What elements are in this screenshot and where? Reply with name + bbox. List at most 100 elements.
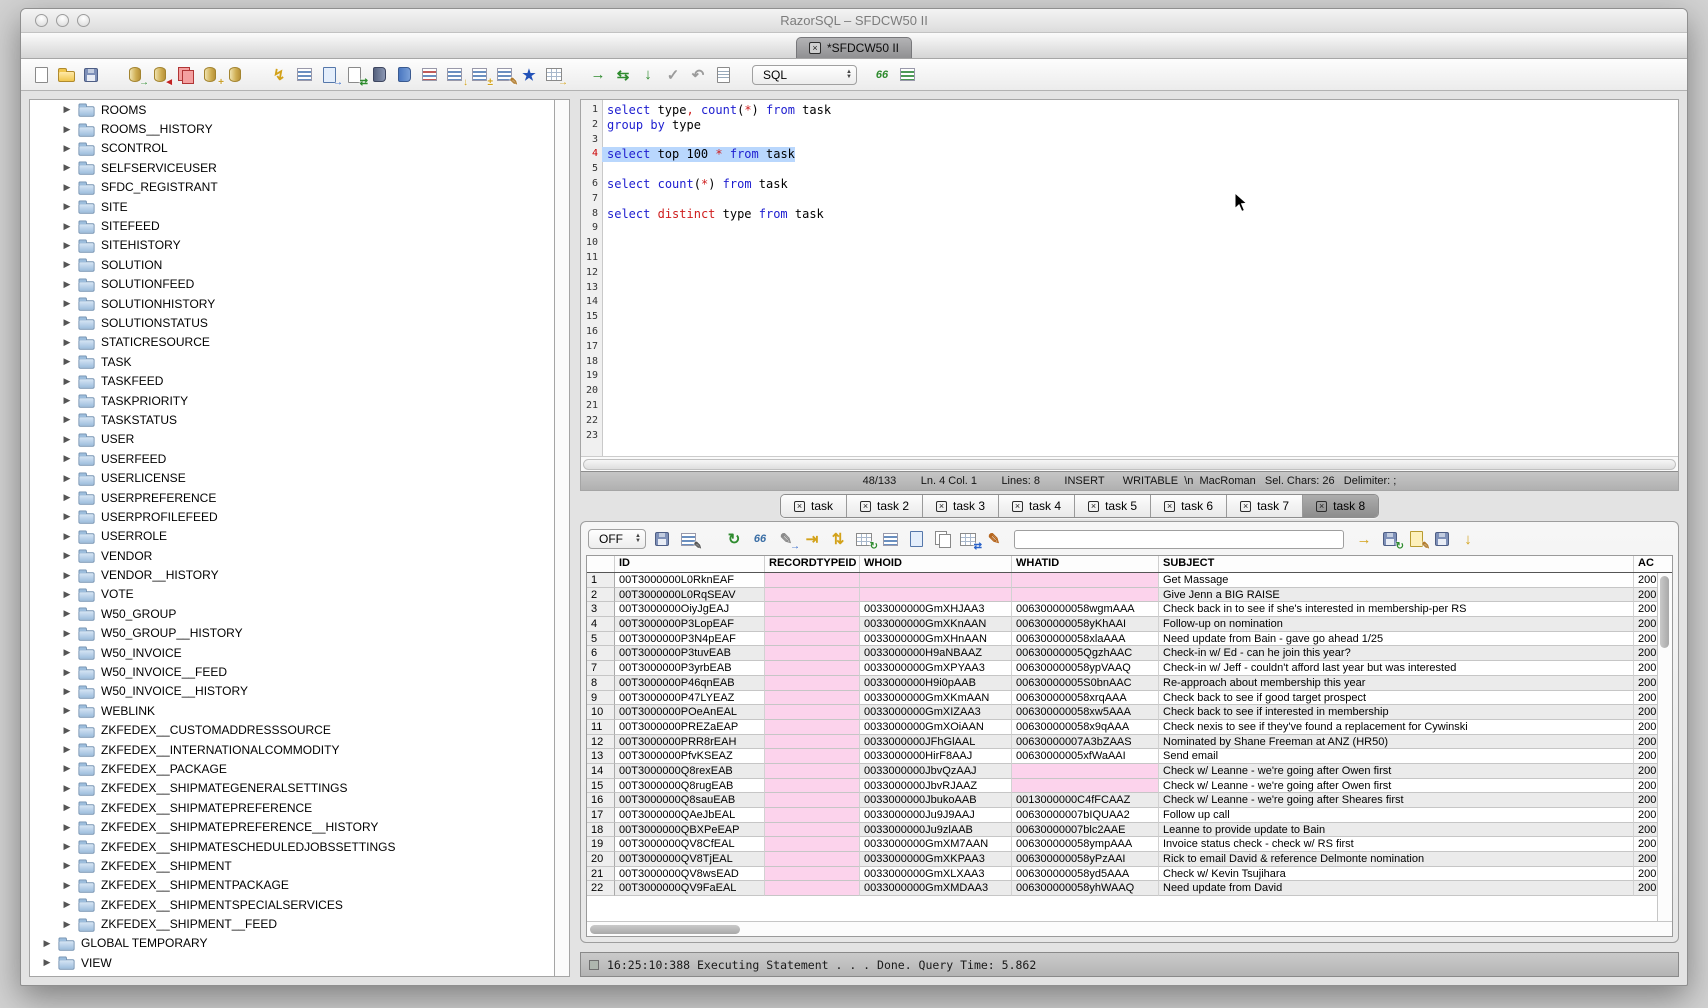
export-results-icon[interactable]: ↻ bbox=[1380, 529, 1400, 549]
tree-item-w50-invoice-history[interactable]: ▶W50_INVOICE__HISTORY bbox=[30, 682, 554, 701]
disclosure-triangle-icon[interactable]: ▶ bbox=[62, 434, 72, 445]
result-tab-task-3[interactable]: ×task 3 bbox=[923, 495, 999, 517]
search-next-icon[interactable]: → bbox=[1354, 529, 1374, 549]
grid-cell[interactable] bbox=[860, 588, 1012, 603]
grid-row-2[interactable]: 200T3000000L0RqSEAVGive Jenn a BIG RAISE… bbox=[587, 588, 1657, 603]
disclosure-triangle-icon[interactable]: ▶ bbox=[62, 511, 72, 522]
grid-cell[interactable]: 00T3000000PREZaEAP bbox=[615, 720, 765, 735]
disclosure-triangle-icon[interactable]: ▶ bbox=[62, 453, 72, 464]
sidebar-scrollbar[interactable] bbox=[555, 99, 570, 977]
zoom-window-button[interactable] bbox=[77, 14, 90, 27]
grid-cell[interactable] bbox=[765, 764, 860, 779]
grid-cell[interactable]: 00T3000000PRR8rEAH bbox=[615, 735, 765, 750]
grid-cell[interactable]: Send email bbox=[1159, 749, 1634, 764]
save-grid-icon[interactable] bbox=[1432, 529, 1452, 549]
grid-cell[interactable]: 00T3000000POeAnEAL bbox=[615, 705, 765, 720]
grid-row-21[interactable]: 2100T3000000QV8wsEAD0033000000GmXLXAA300… bbox=[587, 867, 1657, 882]
tree-item-solutionfeed[interactable]: ▶SOLUTIONFEED bbox=[30, 275, 554, 294]
grid-row-14[interactable]: 1400T3000000Q8rexEAB0033000000JbvQzAAJCh… bbox=[587, 764, 1657, 779]
column-list-icon[interactable] bbox=[419, 65, 439, 85]
column-header-id[interactable]: ID bbox=[615, 556, 765, 572]
disclosure-triangle-icon[interactable]: ▶ bbox=[62, 608, 72, 619]
tab-close-icon[interactable]: × bbox=[1012, 501, 1023, 512]
results-filter-select[interactable]: OFF ▲▼ bbox=[588, 529, 646, 549]
code-line-23[interactable]: 23 bbox=[581, 429, 1678, 444]
grid-cell[interactable]: 0033000000HirF8AAJ bbox=[860, 749, 1012, 764]
grid-cell[interactable]: 0033000000H9aNBAAZ bbox=[860, 646, 1012, 661]
grid-cell[interactable]: Check back to see if good target prospec… bbox=[1159, 691, 1634, 706]
tree-item-zkfedex-shipmentspecialservices[interactable]: ▶ZKFEDEX__SHIPMENTSPECIALSERVICES bbox=[30, 895, 554, 914]
grid-cell[interactable]: 00T3000000QV8TjEAL bbox=[615, 852, 765, 867]
grid-cell[interactable] bbox=[765, 881, 860, 896]
code-text[interactable] bbox=[602, 192, 607, 207]
grid-cell[interactable] bbox=[765, 720, 860, 735]
grid-cell[interactable]: 006300000058yPzAAI bbox=[1012, 852, 1159, 867]
code-text[interactable] bbox=[602, 236, 607, 251]
grid-cell[interactable]: Check w/ Leanne - we're going after Owen… bbox=[1159, 779, 1634, 794]
tree-item-zkfedex-shipment[interactable]: ▶ZKFEDEX__SHIPMENT bbox=[30, 856, 554, 875]
tree-item-taskpriority[interactable]: ▶TASKPRIORITY bbox=[30, 391, 554, 410]
disclosure-triangle-icon[interactable]: ▶ bbox=[62, 492, 72, 503]
code-line-15[interactable]: 15 bbox=[581, 310, 1678, 325]
grid-cell[interactable]: Check back to see if interested in membe… bbox=[1159, 705, 1634, 720]
tree-item-userpreference[interactable]: ▶USERPREFERENCE bbox=[30, 488, 554, 507]
editor-horizontal-scrollbar[interactable] bbox=[581, 456, 1678, 471]
export-file-icon[interactable]: → bbox=[319, 65, 339, 85]
disclosure-triangle-icon[interactable]: ▶ bbox=[62, 279, 72, 290]
grid-cell[interactable]: 200 bbox=[1634, 602, 1657, 617]
disclosure-triangle-icon[interactable]: ▶ bbox=[62, 725, 72, 736]
generate-sql-icon[interactable]: ⇅ bbox=[828, 529, 848, 549]
grid-row-11[interactable]: 1100T3000000PREZaEAP0033000000GmXOiAAN00… bbox=[587, 720, 1657, 735]
tree-item-user[interactable]: ▶USER bbox=[30, 430, 554, 449]
result-tab-task[interactable]: ×task bbox=[781, 495, 847, 517]
sql-editor[interactable]: 1select type, count(*) from task2group b… bbox=[580, 99, 1679, 491]
grid-cell[interactable]: 00T3000000QV8CfEAL bbox=[615, 837, 765, 852]
disclosure-triangle-icon[interactable]: ▶ bbox=[42, 938, 52, 949]
disclosure-triangle-icon[interactable]: ▶ bbox=[62, 376, 72, 387]
code-line-10[interactable]: 10 bbox=[581, 236, 1678, 251]
grid-cell[interactable] bbox=[1012, 779, 1159, 794]
grid-row-8[interactable]: 800T3000000P46qnEAB0033000000H9i0pAAB006… bbox=[587, 676, 1657, 691]
grid-row-9[interactable]: 900T3000000P47LYEAZ0033000000GmXKmAAN006… bbox=[587, 691, 1657, 706]
grid-cell[interactable]: Nominated by Shane Freeman at ANZ (HR50) bbox=[1159, 735, 1634, 750]
grid-row-7[interactable]: 700T3000000P3yrbEAB0033000000GmXPYAA3006… bbox=[587, 661, 1657, 676]
grid-cell[interactable]: 00T3000000P3LopEAF bbox=[615, 617, 765, 632]
grid-cell[interactable] bbox=[765, 617, 860, 632]
export-table-icon[interactable]: → bbox=[544, 65, 564, 85]
disclosure-triangle-icon[interactable]: ▶ bbox=[62, 201, 72, 212]
grid-cell[interactable]: Check w/ Kevin Tsujihara bbox=[1159, 867, 1634, 882]
disclosure-triangle-icon[interactable]: ▶ bbox=[62, 298, 72, 309]
grid-cell[interactable]: 0033000000Ju9J9AAJ bbox=[860, 808, 1012, 823]
rollback-icon[interactable]: ↶ bbox=[688, 65, 708, 85]
favorites-icon[interactable]: ★ bbox=[519, 65, 539, 85]
disclosure-triangle-icon[interactable]: ▶ bbox=[62, 259, 72, 270]
code-line-11[interactable]: 11 bbox=[581, 251, 1678, 266]
filter-sort-icon[interactable]: ✎ bbox=[678, 529, 698, 549]
describe-table-icon[interactable] bbox=[897, 65, 917, 85]
result-tab-task-4[interactable]: ×task 4 bbox=[999, 495, 1075, 517]
grid-vertical-scrollbar[interactable] bbox=[1657, 573, 1672, 921]
code-line-16[interactable]: 16 bbox=[581, 325, 1678, 340]
grid-cell[interactable] bbox=[1012, 573, 1159, 588]
column-header-subject[interactable]: SUBJECT bbox=[1159, 556, 1634, 572]
grid-cell[interactable] bbox=[765, 749, 860, 764]
tree-item-zkfedex-package[interactable]: ▶ZKFEDEX__PACKAGE bbox=[30, 759, 554, 778]
grid-cell[interactable]: 00T3000000P47LYEAZ bbox=[615, 691, 765, 706]
minimize-window-button[interactable] bbox=[56, 14, 69, 27]
tree-item-zkfedex-customaddresssource[interactable]: ▶ZKFEDEX__CUSTOMADDRESSSOURCE bbox=[30, 721, 554, 740]
code-text[interactable]: select count(*) from task bbox=[602, 177, 788, 192]
grid-cell[interactable]: 00630000005S0bnAAC bbox=[1012, 676, 1159, 691]
fetch-more-icon[interactable]: ↓ bbox=[1458, 529, 1478, 549]
code-text[interactable] bbox=[602, 340, 607, 355]
grid-cell[interactable]: 00T3000000P3N4pEAF bbox=[615, 632, 765, 647]
grid-cell[interactable] bbox=[765, 735, 860, 750]
grid-cell[interactable]: 0033000000GmXM7AAN bbox=[860, 837, 1012, 852]
tree-item-sitefeed[interactable]: ▶SITEFEED bbox=[30, 216, 554, 235]
disclosure-triangle-icon[interactable]: ▶ bbox=[62, 686, 72, 697]
sql-code-area[interactable]: 1select type, count(*) from task2group b… bbox=[581, 100, 1678, 456]
edit-results-icon[interactable]: ✎→ bbox=[776, 529, 796, 549]
tree-item-zkfedex-shipmentpackage[interactable]: ▶ZKFEDEX__SHIPMENTPACKAGE bbox=[30, 876, 554, 895]
highlight-icon[interactable]: ✎ bbox=[984, 529, 1004, 549]
code-line-14[interactable]: 14 bbox=[581, 295, 1678, 310]
grid-cell[interactable]: 200 bbox=[1634, 676, 1657, 691]
